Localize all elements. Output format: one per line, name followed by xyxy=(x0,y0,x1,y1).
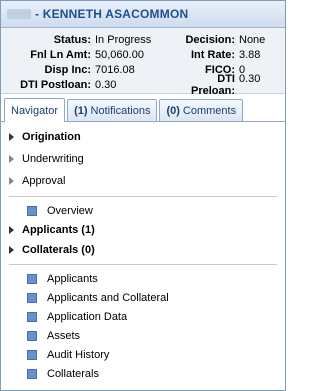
expand-arrow-icon[interactable] xyxy=(9,133,14,141)
nav-item-label: Applicants xyxy=(47,272,98,285)
page-square-icon xyxy=(27,368,37,379)
tree-node-label: Approval xyxy=(22,175,66,187)
final-loan-amount-value: 50,060.00 xyxy=(95,48,144,61)
dti-preloan-label: DTI Preloan: xyxy=(190,72,235,97)
tab-comments-label: Comments xyxy=(182,104,237,117)
tab-navigator-label: Navigator xyxy=(11,104,59,117)
nav-item-label: Application Data xyxy=(47,310,128,323)
nav-item-overview[interactable]: Overview xyxy=(1,201,285,220)
nav-item-audit-history[interactable]: Audit History xyxy=(1,345,285,364)
nav-item-label: Collaterals xyxy=(47,367,99,380)
page-square-icon xyxy=(27,292,37,303)
tree-node-label: Collaterals (0) xyxy=(22,244,95,256)
expand-arrow-icon[interactable] xyxy=(9,226,14,234)
expand-arrow-icon[interactable] xyxy=(9,177,14,185)
page-square-icon xyxy=(27,273,37,284)
final-loan-amount-label: Fnl Ln Amt: xyxy=(30,48,91,61)
redacted-loan-id xyxy=(7,9,31,19)
status-label: Status: xyxy=(53,33,91,46)
tree-node-label: Applicants (1) xyxy=(22,224,95,236)
disposable-income-label: Disp Inc: xyxy=(44,63,91,76)
loan-panel: - KENNETH ASACOMMON Status: In Progress D… xyxy=(0,0,286,391)
interest-rate-label: Int Rate: xyxy=(191,48,235,61)
loan-summary: Status: In Progress Decision: None Fnl Ln … xyxy=(1,28,285,97)
disposable-income-value: 7016.08 xyxy=(95,63,135,76)
page-square-icon xyxy=(27,349,37,360)
expand-arrow-icon[interactable] xyxy=(9,155,14,163)
dti-postloan-value: 0.30 xyxy=(95,78,117,91)
status-value: In Progress xyxy=(95,33,152,46)
summary-row: Status: In Progress Decision: None xyxy=(7,32,279,47)
nav-item-applicants-and-collateral[interactable]: Applicants and Collateral xyxy=(1,288,285,307)
dti-postloan-label: DTI Postloan: xyxy=(20,78,91,91)
tree-node-approval[interactable]: Approval xyxy=(1,170,285,192)
tab-navigator[interactable]: Navigator xyxy=(4,98,66,122)
nav-item-label: Audit History xyxy=(47,348,110,361)
tab-notifications[interactable]: (1) Notifications xyxy=(67,99,158,121)
comments-count: (0) xyxy=(166,104,180,117)
summary-row: DTI Postloan: 0.30 DTI Preloan: 0.30 xyxy=(7,73,279,97)
tree-node-applicants[interactable]: Applicants (1) xyxy=(1,220,285,240)
nav-item-label: Applicants and Collateral xyxy=(47,291,169,304)
title-bar: - KENNETH ASACOMMON xyxy=(1,1,285,28)
tab-notifications-label: Notifications xyxy=(90,104,151,117)
nav-item-assets[interactable]: Assets xyxy=(1,326,285,345)
tree-node-underwriting[interactable]: Underwriting xyxy=(1,148,285,170)
page-square-icon xyxy=(27,205,37,216)
navigator-tree: Origination Underwriting Approval Overvi… xyxy=(1,122,285,383)
page-square-icon xyxy=(27,330,37,341)
page-square-icon xyxy=(27,311,37,322)
dti-preloan-value: 0.30 xyxy=(239,72,261,85)
decision-label: Decision: xyxy=(185,33,235,46)
nav-item-label: Overview xyxy=(47,204,93,217)
expand-arrow-icon[interactable] xyxy=(9,246,14,254)
nav-item-label: Assets xyxy=(47,329,81,342)
tree-node-collaterals[interactable]: Collaterals (0) xyxy=(1,240,285,260)
nav-item-application-data[interactable]: Application Data xyxy=(1,307,285,326)
borrower-title: - KENNETH ASACOMMON xyxy=(35,7,189,21)
tab-comments[interactable]: (0) Comments xyxy=(159,99,244,121)
nav-item-applicants[interactable]: Applicants xyxy=(1,269,285,288)
tree-node-label: Underwriting xyxy=(22,153,84,165)
divider xyxy=(9,196,277,197)
tree-node-label: Origination xyxy=(22,131,81,143)
summary-row: Fnl Ln Amt: 50,060.00 Int Rate: 3.88 xyxy=(7,47,279,62)
divider xyxy=(9,264,277,265)
nav-item-collaterals[interactable]: Collaterals xyxy=(1,364,285,383)
notifications-count: (1) xyxy=(74,104,88,117)
tab-strip: Navigator (1) Notifications (0) Comments xyxy=(1,94,285,122)
decision-value: None xyxy=(239,33,266,46)
interest-rate-value: 3.88 xyxy=(239,48,261,61)
tree-node-origination[interactable]: Origination xyxy=(1,126,285,148)
